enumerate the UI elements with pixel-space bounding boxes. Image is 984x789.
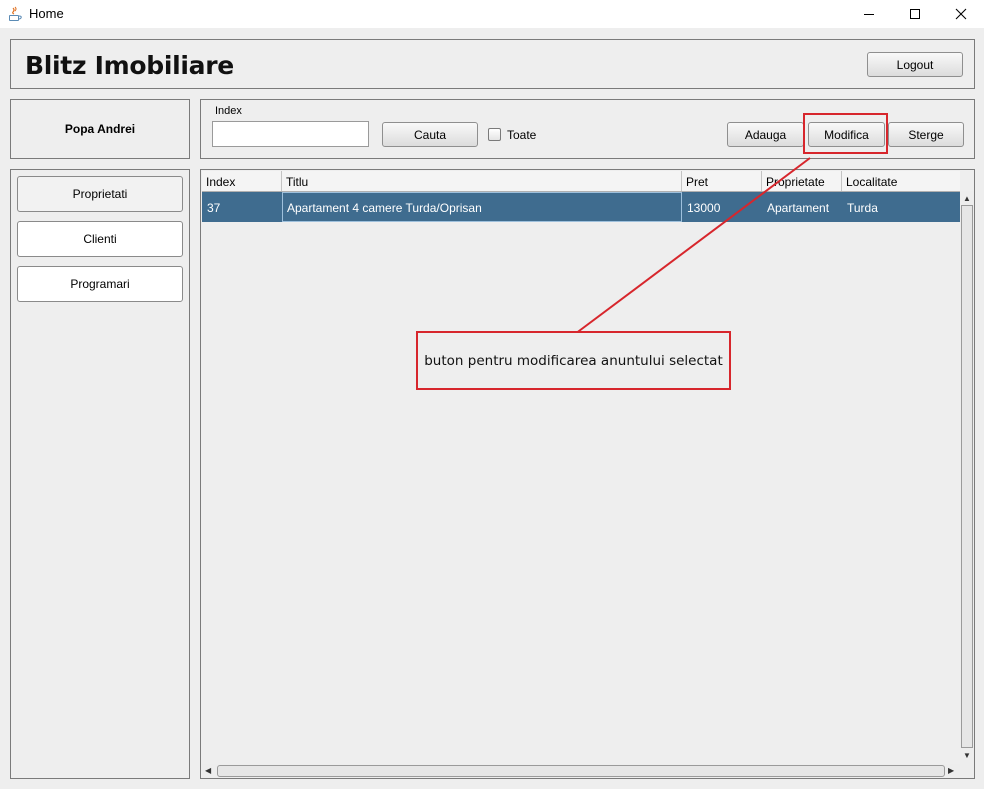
sidebar-panel: Proprietati Clienti Programari — [10, 169, 190, 779]
annotation-text: buton pentru modificarea anuntului selec… — [424, 352, 723, 369]
scroll-right-icon[interactable]: ▶ — [948, 767, 954, 775]
index-input[interactable] — [212, 121, 369, 147]
delete-button[interactable]: Sterge — [888, 122, 964, 147]
close-icon — [955, 8, 967, 20]
cell-localitate[interactable]: Turda — [842, 192, 960, 222]
cell-proprietate[interactable]: Apartament — [762, 192, 842, 222]
vertical-scrollbar[interactable]: ▲ ▼ — [960, 191, 974, 764]
sidebar-item-programari[interactable]: Programari — [17, 266, 183, 302]
index-label: Index — [215, 105, 242, 117]
scroll-left-icon[interactable]: ◀ — [205, 767, 211, 775]
annotation-callout: buton pentru modificarea anuntului selec… — [416, 331, 731, 390]
scroll-down-icon[interactable]: ▼ — [963, 752, 971, 760]
cell-titlu[interactable]: Apartament 4 camere Turda/Oprisan — [282, 192, 682, 222]
window-title: Home — [29, 6, 64, 21]
column-header-pret[interactable]: Pret — [682, 171, 762, 191]
add-button[interactable]: Adauga — [727, 122, 804, 147]
column-header-titlu[interactable]: Titlu — [282, 171, 682, 191]
table-panel: Index Titlu Pret Proprietate Localitate … — [200, 169, 975, 779]
close-button[interactable] — [938, 0, 984, 28]
table-header: Index Titlu Pret Proprietate Localitate — [202, 171, 960, 192]
horizontal-scrollbar[interactable]: ◀ ▶ — [202, 764, 960, 778]
minimize-icon — [864, 14, 874, 15]
edit-button-highlight — [803, 113, 888, 154]
vertical-scroll-thumb[interactable] — [961, 205, 973, 748]
sidebar-item-proprietati[interactable]: Proprietati — [17, 176, 183, 212]
user-name: Popa Andrei — [64, 122, 136, 136]
logout-button[interactable]: Logout — [867, 52, 963, 77]
cell-pret[interactable]: 13000 — [682, 192, 762, 222]
all-checkbox[interactable] — [488, 128, 501, 141]
column-header-proprietate[interactable]: Proprietate — [762, 171, 842, 191]
maximize-icon — [910, 9, 920, 19]
cell-index[interactable]: 37 — [202, 192, 282, 222]
title-bar: Home — [0, 0, 984, 28]
search-button[interactable]: Cauta — [382, 122, 478, 147]
scroll-corner — [960, 764, 974, 778]
maximize-button[interactable] — [892, 0, 938, 28]
app-brand: Blitz Imobiliare — [25, 51, 234, 80]
horizontal-scroll-thumb[interactable] — [217, 765, 945, 777]
sidebar-item-clienti[interactable]: Clienti — [17, 221, 183, 257]
java-icon — [9, 6, 22, 21]
column-header-localitate[interactable]: Localitate — [842, 171, 960, 191]
header-panel: Blitz Imobiliare Logout — [10, 39, 975, 89]
minimize-button[interactable] — [846, 0, 892, 28]
table-row[interactable]: 37 Apartament 4 camere Turda/Oprisan 130… — [202, 192, 960, 222]
all-checkbox-label: Toate — [507, 128, 537, 142]
scroll-up-icon[interactable]: ▲ — [963, 195, 971, 203]
column-header-index[interactable]: Index — [202, 171, 282, 191]
user-panel: Popa Andrei — [10, 99, 190, 159]
